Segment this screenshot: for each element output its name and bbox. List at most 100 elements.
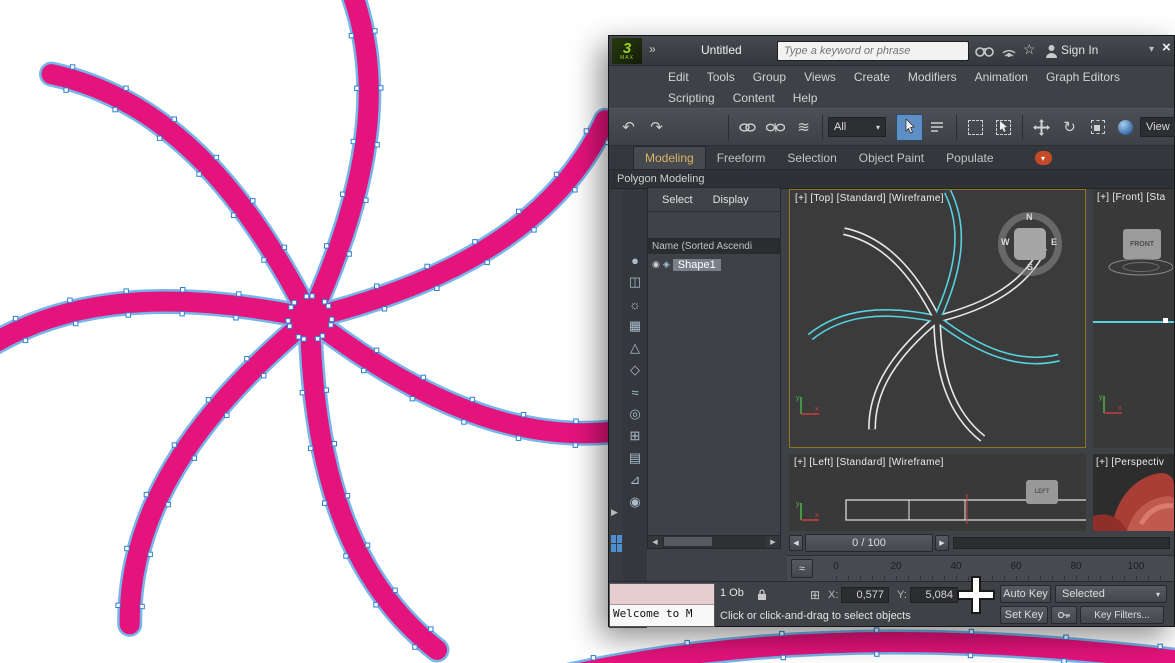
explorer-filter-icon-2[interactable]: ☼ <box>623 293 647 315</box>
path-handle[interactable] <box>196 171 202 177</box>
undo-button[interactable]: ↶ <box>615 114 642 141</box>
explorer-menu-display[interactable]: Display <box>713 194 749 206</box>
explorer-filter-icon-8[interactable]: ⊞ <box>623 425 647 447</box>
select-object-button[interactable] <box>896 113 923 141</box>
path-handle[interactable] <box>308 445 314 452</box>
x-coord-field[interactable]: 0,577 <box>841 587 889 603</box>
path-handle[interactable] <box>171 442 178 448</box>
path-handle[interactable] <box>343 553 349 559</box>
path-handle[interactable] <box>531 227 537 233</box>
path-handle[interactable] <box>322 500 328 506</box>
path-handle[interactable] <box>123 288 129 294</box>
crossing-selection-button[interactable] <box>990 114 1017 141</box>
maxscript-mini-listener[interactable]: Welcome to M <box>609 583 715 627</box>
path-handle[interactable] <box>572 187 578 193</box>
key-mode-button[interactable] <box>1051 606 1077 624</box>
path-handle[interactable] <box>515 435 522 441</box>
path-handle[interactable] <box>224 412 230 419</box>
scroll-track[interactable] <box>662 536 766 548</box>
path-handle[interactable] <box>165 501 171 508</box>
explorer-filter-icon-3[interactable]: ▦ <box>623 315 647 337</box>
path-handle[interactable] <box>236 291 242 297</box>
path-handle[interactable] <box>516 208 522 215</box>
menu-scripting[interactable]: Scripting <box>659 88 724 108</box>
explorer-column-header[interactable]: Name (Sorted Ascendi <box>648 238 780 254</box>
viewport-perspective[interactable]: [+] [Perspectiv <box>1093 454 1174 531</box>
path-handle[interactable] <box>572 442 579 448</box>
path-handle[interactable] <box>344 493 351 499</box>
path-handle[interactable] <box>123 85 129 91</box>
vector-app-canvas[interactable]: { "canvas": { "shape_color": "#e5137c", … <box>0 0 1175 663</box>
path-handle[interactable] <box>484 259 490 266</box>
menu-views[interactable]: Views <box>795 67 845 87</box>
path-handle[interactable] <box>295 334 302 340</box>
path-handle[interactable] <box>244 356 250 362</box>
set-key-button[interactable]: Set Key <box>1000 606 1048 624</box>
redo-button[interactable]: ↷ <box>643 114 670 141</box>
absolute-mode-button[interactable]: ⊞ <box>806 586 824 603</box>
menu-modifiers[interactable]: Modifiers <box>899 67 966 87</box>
path-handle[interactable] <box>22 337 29 344</box>
path-handle[interactable] <box>373 347 380 354</box>
path-handle[interactable] <box>328 322 334 328</box>
path-handle[interactable] <box>340 191 346 197</box>
scroll-left-button[interactable]: ◀ <box>648 536 662 548</box>
viewcube-top-face[interactable] <box>1014 228 1046 260</box>
explorer-filter-icon-4[interactable]: △ <box>623 337 647 359</box>
path-handle[interactable] <box>350 138 357 145</box>
path-handle[interactable] <box>779 630 785 637</box>
search-binoculars-icon[interactable] <box>975 44 995 59</box>
path-handle[interactable] <box>472 239 478 245</box>
path-handle[interactable] <box>1063 634 1069 640</box>
path-handle[interactable] <box>63 87 69 93</box>
path-handle[interactable] <box>381 306 388 312</box>
workspace-caret-icon[interactable]: ▾ <box>1149 44 1154 55</box>
path-handle[interactable] <box>73 320 79 327</box>
explorer-menu-select[interactable]: Select <box>662 194 693 206</box>
path-handle[interactable] <box>323 243 330 249</box>
time-slider-thumb[interactable]: 0 / 100 <box>805 534 933 552</box>
front-selected-edge[interactable] <box>1093 321 1174 323</box>
path-handle[interactable] <box>115 602 121 608</box>
explorer-filter-icon-9[interactable]: ▤ <box>623 447 647 469</box>
path-handle[interactable] <box>191 455 198 461</box>
menu-group[interactable]: Group <box>744 67 795 87</box>
path-handle[interactable] <box>392 587 398 593</box>
menu-content[interactable]: Content <box>724 88 784 108</box>
path-handle[interactable] <box>967 652 974 659</box>
path-handle[interactable] <box>361 367 367 374</box>
ribbon-tab-object-paint[interactable]: Object Paint <box>848 147 935 169</box>
path-handle[interactable] <box>373 602 379 608</box>
next-frame-button[interactable]: ▶ <box>935 535 949 551</box>
select-and-move-button[interactable] <box>1028 114 1055 141</box>
search-input[interactable] <box>777 41 969 61</box>
close-button[interactable]: × <box>1162 39 1171 56</box>
prev-frame-button[interactable]: ◀ <box>789 535 803 551</box>
explorer-filter-icon-1[interactable]: ◫ <box>623 271 647 293</box>
path-handle[interactable] <box>299 390 306 396</box>
select-and-scale-button[interactable] <box>1084 114 1111 141</box>
ribbon-tab-freeform[interactable]: Freeform <box>706 147 777 169</box>
spiral-arm[interactable] <box>300 308 659 444</box>
path-handle[interactable] <box>230 212 237 219</box>
viewport-top[interactable]: [+] [Top] [Standard] [Wireframe] N E S W… <box>789 189 1086 448</box>
path-handle[interactable] <box>143 491 150 498</box>
path-handle[interactable] <box>205 397 212 403</box>
polygon-modeling-panel[interactable]: Polygon Modeling <box>617 173 704 185</box>
path-handle[interactable] <box>461 419 467 425</box>
viewport-front-label[interactable]: [+] [Front] [Sta <box>1097 192 1165 203</box>
auto-key-button[interactable]: Auto Key <box>1000 585 1051 603</box>
path-handle[interactable] <box>12 315 19 322</box>
path-handle[interactable] <box>409 396 416 402</box>
path-handle[interactable] <box>873 627 880 633</box>
path-handle[interactable] <box>325 303 332 309</box>
viewport-front[interactable]: [+] [Front] [Sta FRONT y x <box>1093 189 1174 448</box>
path-handle[interactable] <box>363 197 369 203</box>
path-handle[interactable] <box>309 293 315 299</box>
path-handle[interactable] <box>124 545 130 552</box>
path-handle[interactable] <box>1157 643 1163 650</box>
time-slider-track[interactable] <box>953 537 1170 549</box>
path-handle[interactable] <box>261 373 267 379</box>
path-handle[interactable] <box>301 336 307 342</box>
menu-edit[interactable]: Edit <box>659 67 698 87</box>
